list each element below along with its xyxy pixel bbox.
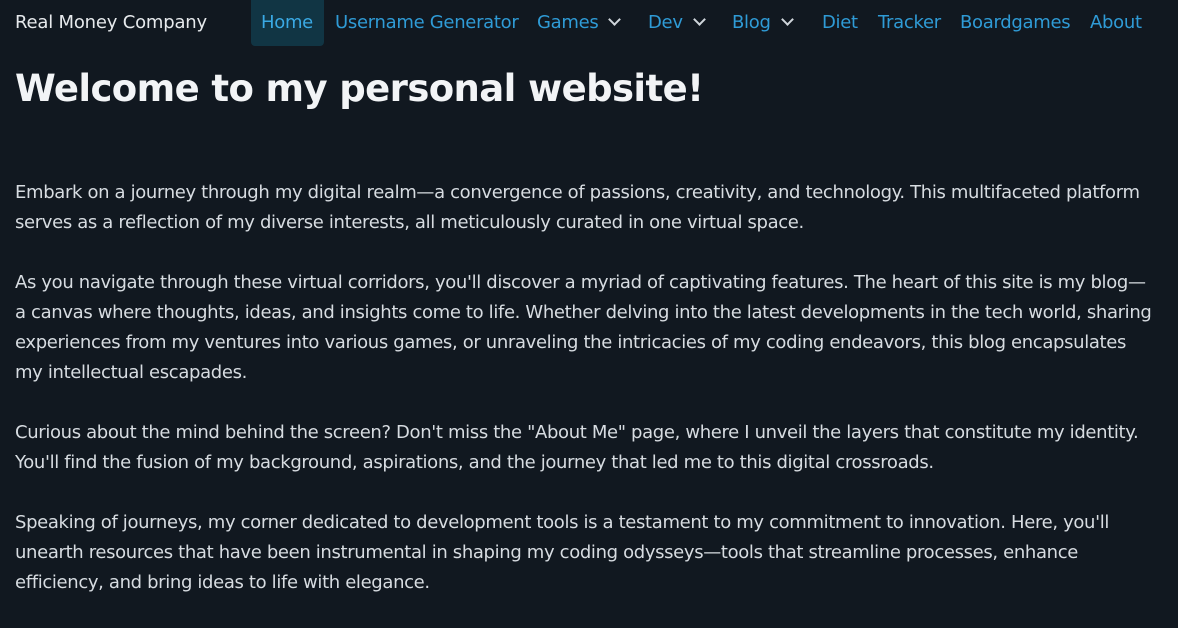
intro-paragraphs: Embark on a journey through my digital r… [15,178,1155,628]
paragraph-2: As you navigate through these virtual co… [15,272,1152,383]
page-title: Welcome to my personal website! [15,67,704,110]
chevron-down-icon [608,13,622,26]
paragraph-4: Speaking of journeys, my corner dedicate… [15,512,1110,593]
nav-diet-label: Diet [822,12,858,33]
nav-about[interactable]: About [1090,0,1142,46]
nav-blog-label: Blog [732,12,771,33]
nav-username-generator-label: Username Generator [335,12,519,33]
nav-games-label: Games [537,12,599,33]
nav-home[interactable]: Home [251,0,324,46]
nav-blog-dropdown[interactable]: Blog [732,0,794,46]
nav-tracker[interactable]: Tracker [878,0,941,46]
top-navbar: Real Money Company Home Username Generat… [0,0,1178,46]
brand-link[interactable]: Real Money Company [15,12,207,34]
main-content: Welcome to my personal website! Embark o… [15,62,1155,593]
nav-home-label: Home [261,12,313,33]
chevron-down-icon [780,13,794,26]
nav-username-generator[interactable]: Username Generator [335,0,519,46]
nav-boardgames-label: Boardgames [960,12,1071,33]
nav-games-dropdown[interactable]: Games [537,0,622,46]
nav-tracker-label: Tracker [878,12,941,33]
nav-boardgames[interactable]: Boardgames [960,0,1071,46]
chevron-down-icon [692,13,706,26]
nav-dev-label: Dev [648,12,683,33]
nav-dev-dropdown[interactable]: Dev [648,0,706,46]
paragraph-1: Embark on a journey through my digital r… [15,182,1140,233]
nav-about-label: About [1090,12,1142,33]
nav-diet[interactable]: Diet [822,0,858,46]
paragraph-3: Curious about the mind behind the screen… [15,422,1139,473]
